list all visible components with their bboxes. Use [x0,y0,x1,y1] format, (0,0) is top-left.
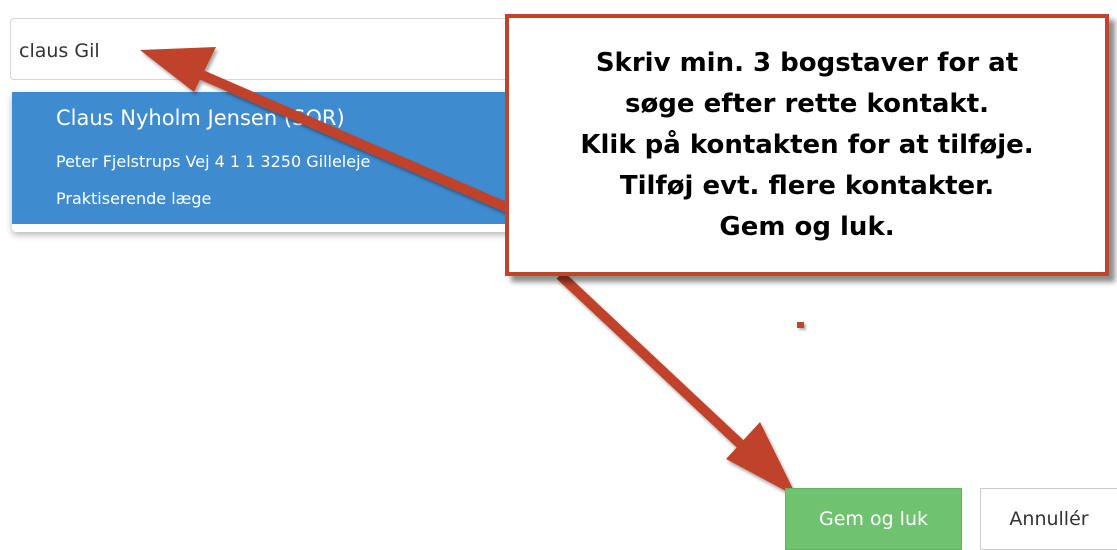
result-contact-role: Praktiserende læge [56,189,212,208]
save-and-close-button[interactable]: Gem og luk [785,488,962,550]
search-result-item[interactable]: Claus Nyholm Jensen (SOR) Peter Fjelstru… [12,92,568,224]
callout-line: Gem og luk. [719,211,895,242]
result-contact-name: Claus Nyholm Jensen (SOR) [56,106,345,130]
cancel-button[interactable]: Annullér [980,488,1117,550]
callout-line: Klik på kontakten for at tilføje. [580,129,1034,160]
arrow-to-save-button [556,271,797,497]
callout-line: søge efter rette kontakt. [624,88,990,119]
contact-search-box[interactable] [10,18,570,80]
callout-line: Tilføj evt. flere kontakter. [619,170,995,201]
contact-search-input[interactable] [19,37,559,65]
result-contact-address: Peter Fjelstrups Vej 4 1 1 3250 Gillelej… [56,152,371,171]
search-results-dropdown: Claus Nyholm Jensen (SOR) Peter Fjelstru… [12,92,568,232]
instruction-callout: Skriv min. 3 bogstaver for at søge efter… [505,14,1109,276]
annotation-dot [797,322,804,328]
callout-line: Skriv min. 3 bogstaver for at [595,47,1019,78]
